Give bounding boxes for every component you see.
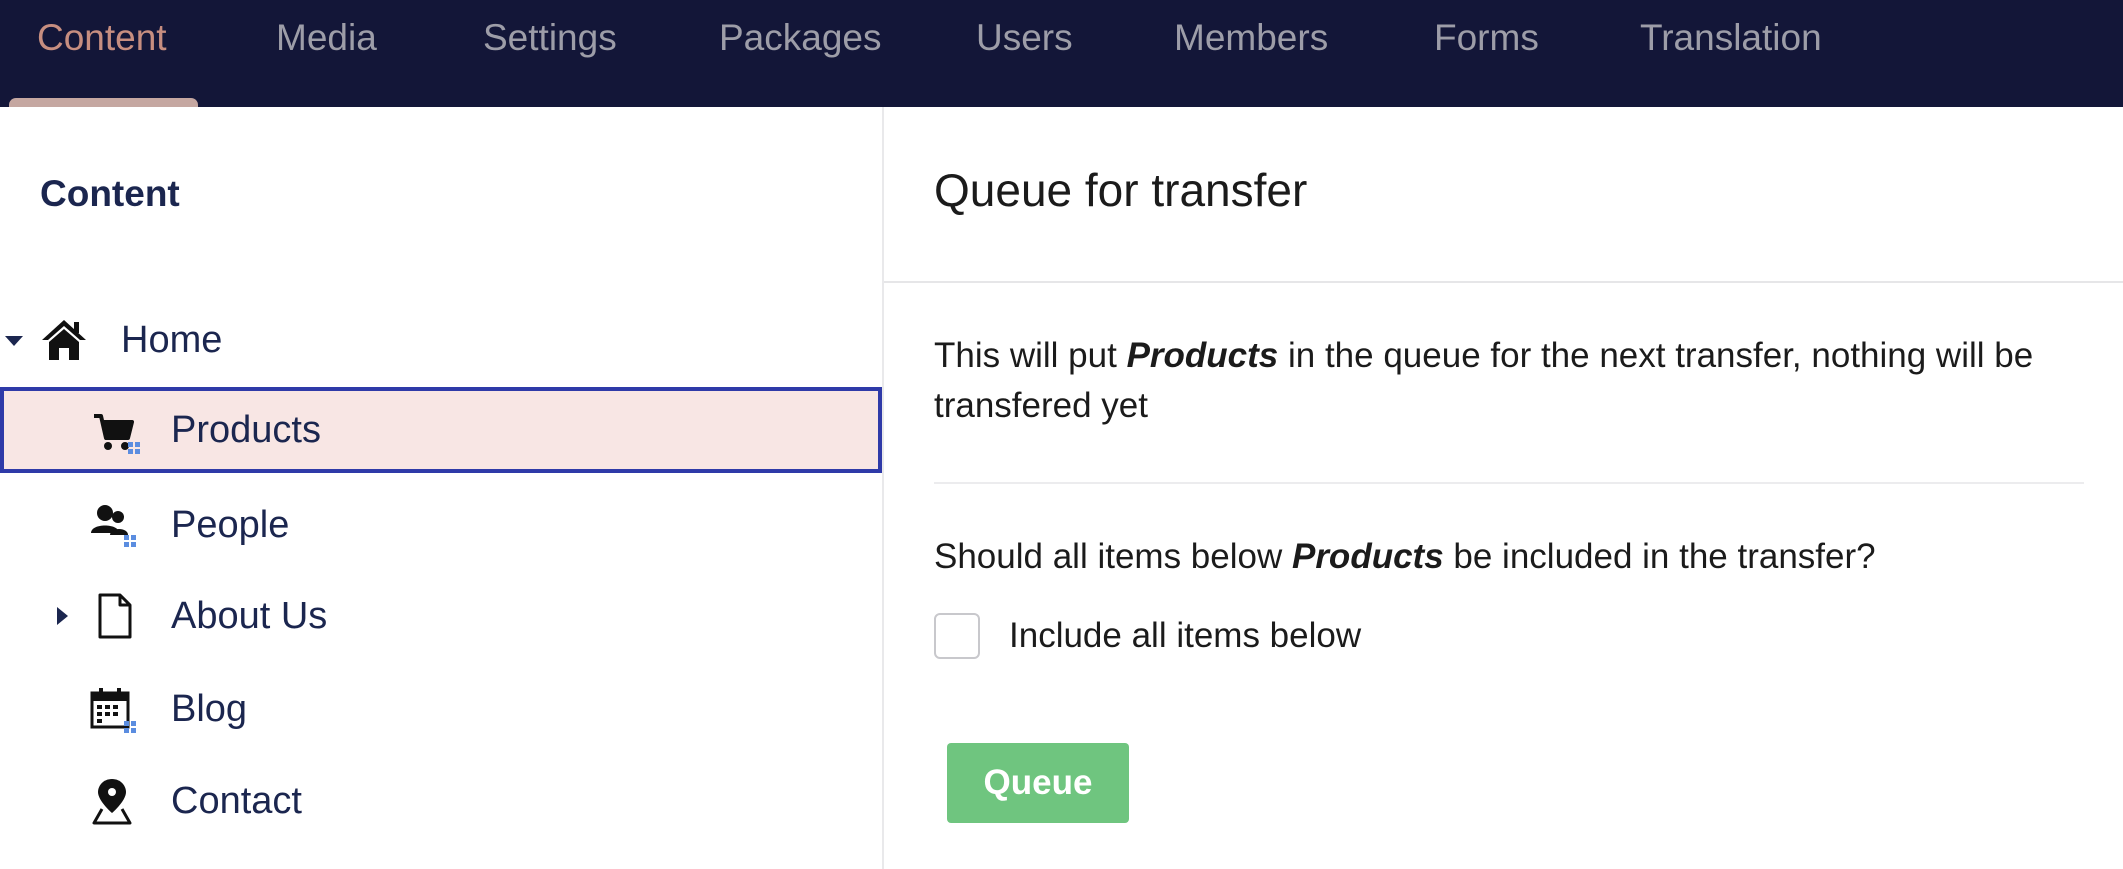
tree-item-label: Contact xyxy=(171,780,302,822)
nav-tab-members[interactable]: Members xyxy=(1174,14,1328,62)
home-icon xyxy=(42,320,86,360)
document-icon xyxy=(98,593,132,639)
include-children-checkbox[interactable] xyxy=(934,613,980,659)
caret-down-icon[interactable] xyxy=(4,330,24,350)
include-question: Should all items below Products be inclu… xyxy=(934,537,1876,577)
question-suffix: be included in the transfer? xyxy=(1443,537,1876,576)
question-prefix: Should all items below xyxy=(934,537,1292,576)
nav-tab-translation[interactable]: Translation xyxy=(1640,14,1822,62)
tree-item-label: Blog xyxy=(171,688,248,730)
people-icon xyxy=(91,505,136,547)
tree-item-people[interactable]: People xyxy=(0,481,882,569)
calendar-icon xyxy=(90,688,136,733)
tree-item-label: About Us xyxy=(171,595,328,637)
question-item-name: Products xyxy=(1291,537,1444,576)
cart-icon xyxy=(94,414,140,454)
tree-item-blog[interactable]: Blog xyxy=(0,665,882,753)
description-prefix: This will put xyxy=(934,336,1127,375)
sidebar-title: Content xyxy=(40,173,180,214)
caret-right-icon[interactable] xyxy=(52,606,72,626)
panel-header: Queue for transfer xyxy=(884,107,2123,283)
divider xyxy=(934,482,2084,484)
tree-item-contact[interactable]: Contact xyxy=(0,757,882,845)
content-tree-sidebar: Content Home Products People About Us Bl… xyxy=(0,107,884,869)
tree-item-label: People xyxy=(171,504,290,546)
nav-tab-packages[interactable]: Packages xyxy=(719,14,882,62)
tree-item-label: Products xyxy=(171,409,321,451)
queue-button[interactable]: Queue xyxy=(947,743,1129,823)
description-item-name: Products xyxy=(1126,336,1279,375)
top-navigation: Content Media Settings Packages Users Me… xyxy=(0,0,2123,107)
nav-tab-users[interactable]: Users xyxy=(976,14,1073,62)
tree-item-home[interactable]: Home xyxy=(0,296,882,384)
nav-tab-forms[interactable]: Forms xyxy=(1434,14,1539,62)
tree-item-label: Home xyxy=(121,319,223,361)
tree-item-products[interactable]: Products xyxy=(0,387,882,473)
active-tab-indicator xyxy=(9,98,198,107)
include-children-label[interactable]: Include all items below xyxy=(1009,613,1361,659)
tree-item-about-us[interactable]: About Us xyxy=(0,572,882,660)
nav-tab-settings[interactable]: Settings xyxy=(483,14,617,62)
page-title: Queue for transfer xyxy=(934,164,1308,216)
nav-tab-content[interactable]: Content xyxy=(37,14,167,62)
queue-transfer-panel: Queue for transfer This will put Product… xyxy=(884,107,2123,869)
map-pin-icon xyxy=(92,779,132,825)
nav-tab-media[interactable]: Media xyxy=(276,14,377,62)
transfer-description: This will put Products in the queue for … xyxy=(934,331,2064,431)
